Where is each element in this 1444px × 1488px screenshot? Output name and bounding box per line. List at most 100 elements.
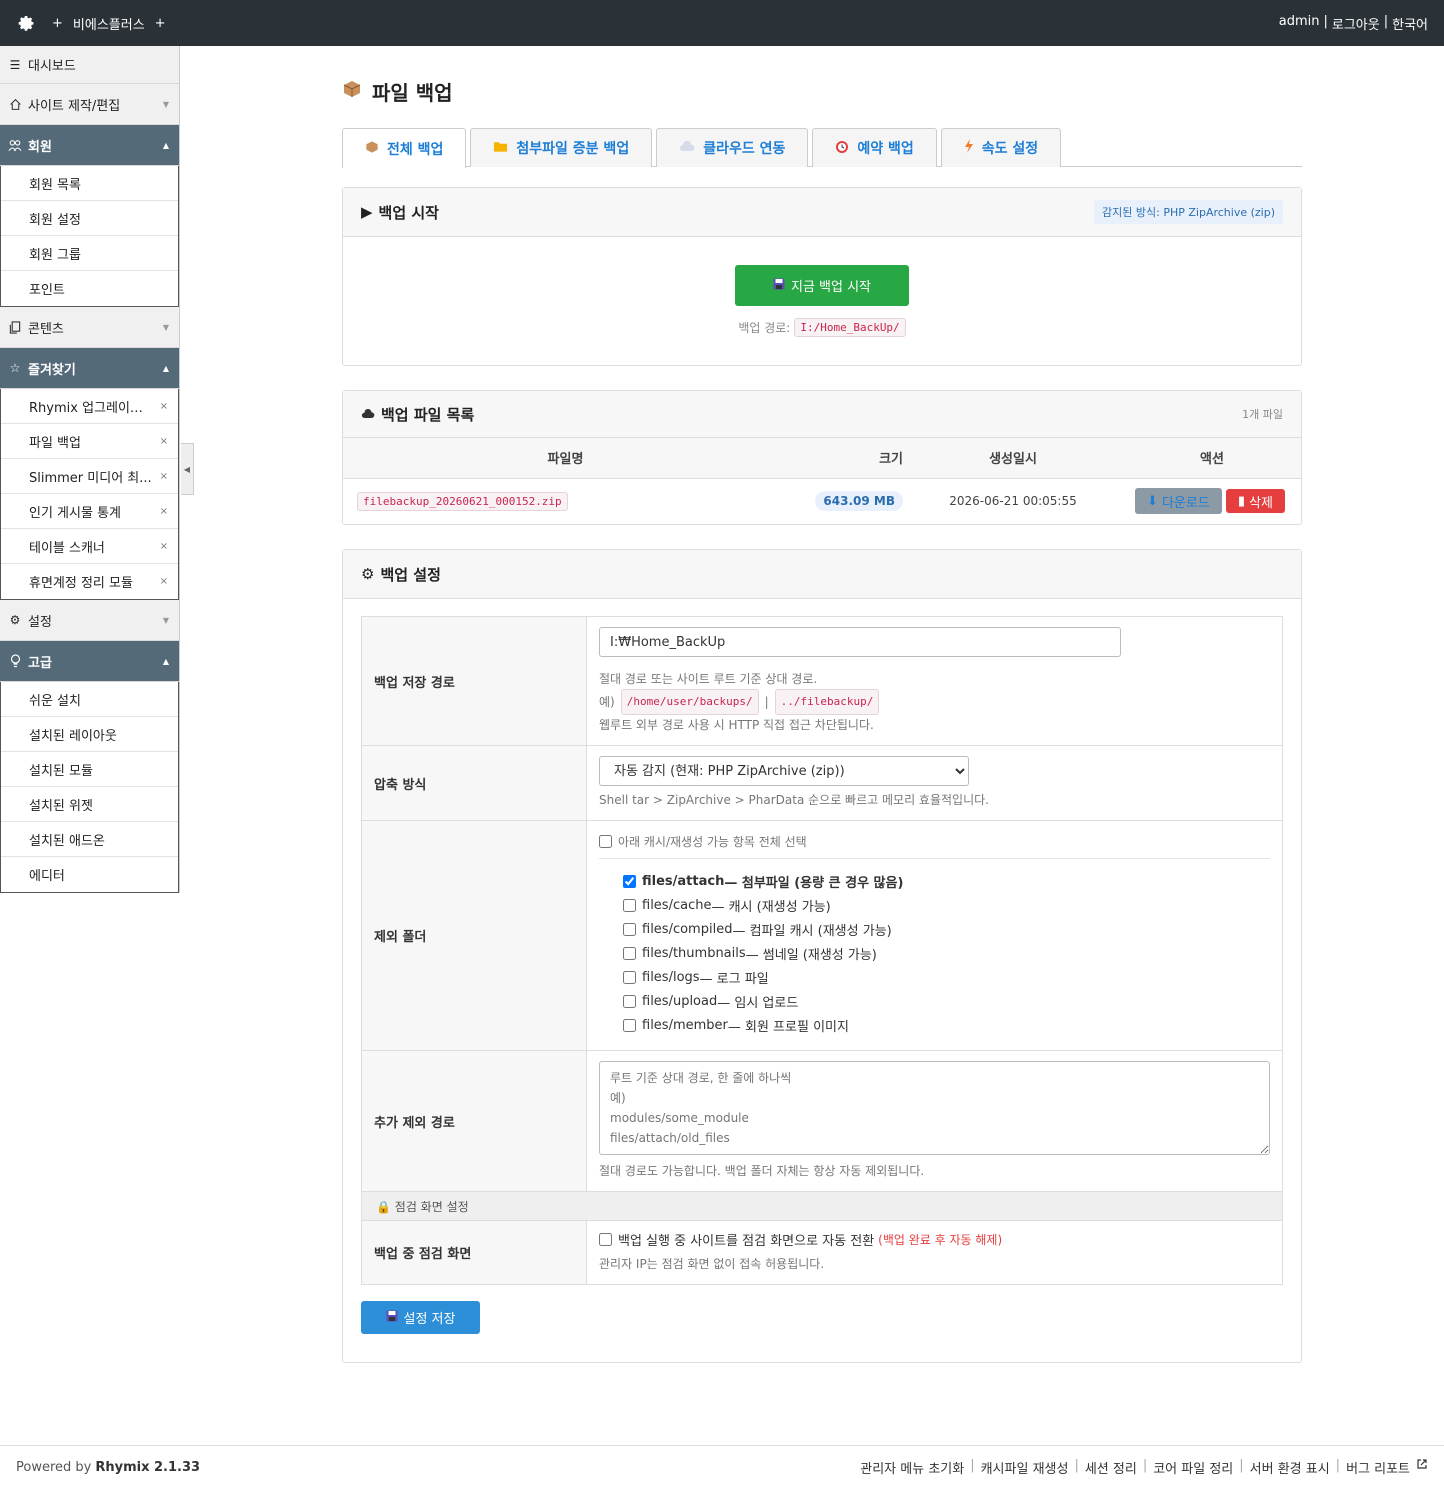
setting-row-path: 백업 저장 경로 절대 경로 또는 사이트 루트 기준 상대 경로. 예) /h…	[361, 616, 1283, 746]
exclude-option[interactable]: files/compiled — 컴파일 캐시 (재생성 가능)	[623, 917, 1270, 941]
sidebar-favorites[interactable]: ☆ 즐겨찾기 ▲	[0, 348, 179, 389]
remove-icon[interactable]: ×	[160, 576, 168, 587]
lightning-icon	[964, 139, 974, 157]
sidebar-item-addons[interactable]: 설치된 애드온	[1, 822, 178, 857]
maintenance-note: (백업 완료 후 자동 해제)	[878, 1233, 1003, 1247]
compression-select[interactable]: 자동 감지 (현재: PHP ZipArchive (zip))	[599, 756, 969, 786]
user-link[interactable]: admin	[1279, 14, 1320, 33]
card-title: 백업 시작	[378, 203, 439, 222]
user-menu: admin | 로그아웃 | 한국어	[1279, 14, 1428, 33]
maintenance-toggle-row[interactable]: 백업 실행 중 사이트를 점검 화면으로 자동 전환 (백업 완료 후 자동 해…	[599, 1228, 1270, 1252]
sidebar-item-label: 휴면계정 정리 모듈	[29, 576, 133, 591]
sidebar-item-rhymix-upgrade[interactable]: Rhymix 업그레이드... ×	[1, 389, 178, 424]
sidebar-item-editor[interactable]: 에디터	[1, 857, 178, 892]
exclude-checkbox[interactable]	[623, 994, 636, 1008]
download-button[interactable]: ⬇ 다운로드	[1135, 488, 1222, 515]
sidebar-site-edit[interactable]: 사이트 제작/편집 ▼	[0, 84, 179, 125]
maintenance-checkbox[interactable]	[599, 1233, 612, 1246]
sidebar-item-label: 테이블 스캐너	[29, 540, 105, 556]
example-path: ../filebackup/	[774, 689, 880, 715]
exclude-checkbox[interactable]	[623, 874, 636, 888]
exclude-checkbox[interactable]	[623, 1018, 636, 1032]
exclude-option[interactable]: files/logs — 로그 파일	[623, 965, 1270, 989]
sidebar-item-member-settings[interactable]: 회원 설정	[1, 201, 178, 236]
footer-link-regenerate-cache[interactable]: 캐시파일 재생성	[981, 1458, 1069, 1477]
remove-icon[interactable]: ×	[160, 436, 168, 447]
sidebar-item-dormant-cleanup[interactable]: 휴면계정 정리 모듈 ×	[1, 564, 178, 599]
product-version[interactable]: Rhymix 2.1.33	[95, 1460, 200, 1475]
sidebar-item-member-list[interactable]: 회원 목록	[1, 166, 178, 201]
remove-icon[interactable]: ×	[160, 401, 168, 412]
backup-path-input[interactable]	[599, 627, 1121, 657]
option-path: files/upload	[642, 993, 718, 1009]
exclude-checkbox[interactable]	[623, 946, 636, 960]
setting-row-exclude: 제외 폴더 아래 캐시/재생성 가능 항목 전체 선택 files/attach…	[361, 820, 1283, 1051]
tab-scheduled[interactable]: 예약 백업	[812, 128, 937, 167]
remove-icon[interactable]: ×	[160, 471, 168, 482]
caret-up-icon: ▲	[162, 363, 169, 373]
caret-up-icon: ▲	[162, 140, 169, 150]
footer-link-clean-sessions[interactable]: 세션 정리	[1085, 1458, 1137, 1477]
sidebar-item-layouts[interactable]: 설치된 레이아웃	[1, 717, 178, 752]
setting-label: 추가 제외 경로	[361, 1050, 587, 1192]
footer-link-clean-core[interactable]: 코어 파일 정리	[1153, 1458, 1233, 1477]
footer: Powered by Rhymix 2.1.33 관리자 메뉴 초기화 | 캐시파…	[0, 1445, 1444, 1488]
sidebar-item-modules[interactable]: 설치된 모듈	[1, 752, 178, 787]
tab-speed[interactable]: 속도 설정	[940, 128, 1062, 167]
language-link[interactable]: 한국어	[1392, 14, 1428, 33]
site-name[interactable]: 비에스플러스	[73, 14, 145, 33]
sidebar-item-member-group[interactable]: 회원 그룹	[1, 236, 178, 271]
start-backup-button[interactable]: 지금 백업 시작	[735, 265, 909, 306]
sidebar-member[interactable]: 회원 ▲	[0, 125, 179, 166]
example-sep: |	[764, 695, 769, 709]
sidebar-contents[interactable]: 콘텐츠 ▼	[0, 307, 179, 348]
logout-link[interactable]: 로그아웃	[1332, 14, 1380, 33]
gear-icon[interactable]	[14, 11, 38, 35]
lock-icon: 🔒	[376, 1199, 391, 1214]
footer-link-reset-menu[interactable]: 관리자 메뉴 초기화	[860, 1458, 964, 1477]
exclude-option[interactable]: files/cache — 캐시 (재생성 가능)	[623, 893, 1270, 917]
sidebar-label: 콘텐츠	[28, 321, 64, 337]
footer-link-bug-report[interactable]: 버그 리포트	[1346, 1458, 1410, 1477]
sidebar-settings[interactable]: ⚙ 설정 ▼	[0, 600, 179, 641]
detected-method-badge: 감지된 방식: PHP ZipArchive (zip)	[1094, 200, 1283, 224]
exclude-checkbox[interactable]	[623, 922, 636, 936]
sidebar-item-popular-stats[interactable]: 인기 게시물 통계 ×	[1, 494, 178, 529]
file-name[interactable]: filebackup_20260621_000152.zip	[357, 491, 568, 511]
sidebar-item-label: 설치된 위젯	[29, 798, 93, 814]
backup-path-value: I:/Home_BackUp/	[794, 318, 906, 337]
floppy-disk-icon	[773, 278, 785, 294]
plus-right[interactable]: +	[155, 16, 166, 31]
extra-exclude-textarea[interactable]	[599, 1061, 1270, 1155]
sidebar-item-easy-install[interactable]: 쉬운 설치	[1, 682, 178, 717]
select-all-checkbox[interactable]	[599, 835, 612, 848]
plus-left[interactable]: +	[52, 16, 63, 31]
footer-link-server-env[interactable]: 서버 환경 표시	[1250, 1458, 1330, 1477]
remove-icon[interactable]: ×	[160, 541, 168, 552]
sidebar-advanced[interactable]: 고급 ▲	[0, 641, 179, 682]
column-header: 생성일시	[989, 452, 1037, 468]
exclude-checkbox[interactable]	[623, 898, 636, 912]
exclude-option[interactable]: files/thumbnails — 썸네일 (재생성 가능)	[623, 941, 1270, 965]
sidebar-item-widgets[interactable]: 설치된 위젯	[1, 787, 178, 822]
exclude-option[interactable]: files/upload — 임시 업로드	[623, 989, 1270, 1013]
exclude-checkbox[interactable]	[623, 970, 636, 984]
sidebar-item-point[interactable]: 포인트	[1, 271, 178, 306]
exclude-option[interactable]: files/member — 회원 프로필 이미지	[623, 1013, 1270, 1037]
tab-attach-incremental[interactable]: 첨부파일 증분 백업	[470, 128, 653, 167]
site-brand[interactable]: + 비에스플러스 +	[52, 14, 166, 33]
sidebar-item-table-scanner[interactable]: 테이블 스캐너 ×	[1, 529, 178, 564]
card-title: 백업 파일 목록	[381, 405, 475, 424]
tab-full-backup[interactable]: 전체 백업	[342, 128, 467, 168]
delete-button[interactable]: ▮ 삭제	[1225, 489, 1285, 514]
external-link-icon	[1416, 1458, 1428, 1477]
select-all-row[interactable]: 아래 캐시/재생성 가능 항목 전체 선택	[599, 827, 1270, 859]
exclude-option[interactable]: files/attach — 첨부파일 (용량 큰 경우 많음)	[623, 869, 1270, 893]
sidebar-dashboard[interactable]: ☰ 대시보드	[0, 46, 179, 84]
save-settings-button[interactable]: 설정 저장	[361, 1301, 480, 1334]
sidebar-item-file-backup[interactable]: 파일 백업 ×	[1, 424, 178, 459]
remove-icon[interactable]: ×	[160, 506, 168, 517]
tab-cloud[interactable]: 클라우드 연동	[656, 128, 809, 167]
sidebar-item-slimmer[interactable]: Slimmer 미디어 최... ×	[1, 459, 178, 494]
sidebar-collapse-handle[interactable]: ◀	[181, 443, 194, 495]
